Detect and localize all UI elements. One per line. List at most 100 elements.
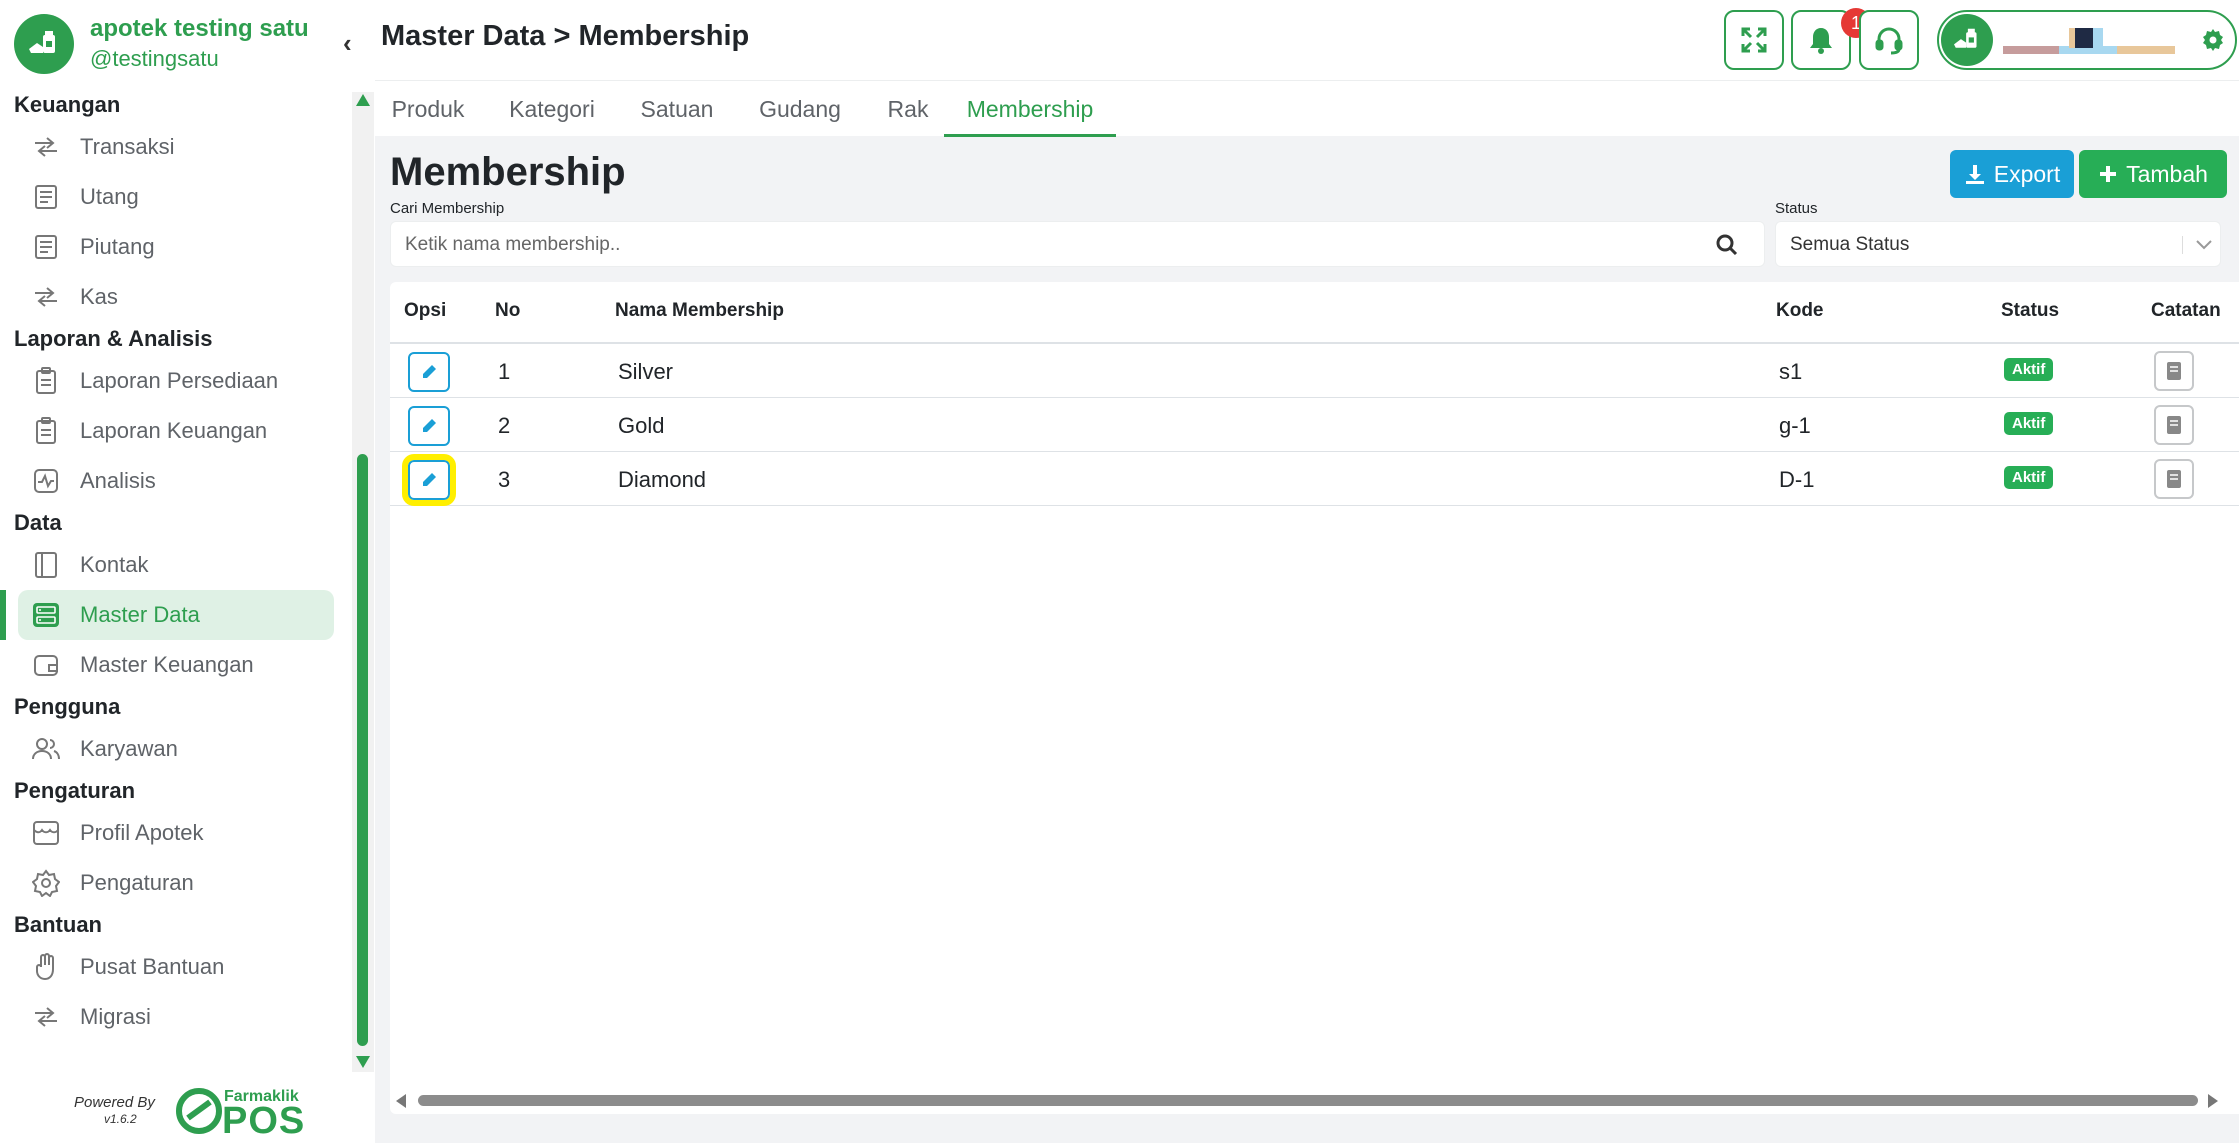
scroll-left-arrow-icon[interactable] — [396, 1094, 406, 1108]
sidebar-item-pengaturan[interactable]: Pengaturan — [18, 858, 334, 908]
sidebar-item-master-keuangan[interactable]: Master Keuangan — [18, 640, 334, 690]
search-input[interactable] — [405, 230, 1705, 260]
tab-rak[interactable]: Rak — [883, 81, 933, 137]
column-header-catatan: Catatan — [2151, 300, 2221, 321]
clipboard-icon — [30, 415, 62, 447]
chevron-down-icon — [2196, 240, 2212, 250]
row-no: 3 — [498, 467, 511, 492]
user-name-image — [2003, 28, 2175, 54]
sidebar-item-karyawan[interactable]: Karyawan — [18, 724, 334, 774]
brand-pos: POS — [222, 1100, 306, 1142]
support-button[interactable] — [1859, 10, 1919, 70]
membership-table: Opsi No Nama Membership Kode Status Cata… — [390, 282, 2239, 1114]
sidebar-item-piutang[interactable]: Piutang — [18, 222, 334, 272]
row-name: Diamond — [618, 467, 707, 492]
sidebar-item-label: Migrasi — [80, 1004, 151, 1029]
expand-icon — [1741, 27, 1767, 53]
nav-section-laporan: Laporan & Analisis — [14, 326, 213, 351]
scroll-down-arrow-icon[interactable] — [356, 1056, 370, 1068]
horizontal-scroll-thumb[interactable] — [418, 1095, 2198, 1106]
column-header-kode: Kode — [1776, 300, 1824, 321]
store-icon — [30, 817, 62, 849]
sidebar-item-migrasi[interactable]: Migrasi — [18, 992, 334, 1042]
row-code: D-1 — [1779, 467, 1815, 492]
search-icon[interactable] — [1716, 234, 1738, 256]
store-handle: @testingsatu — [90, 46, 219, 71]
fullscreen-button[interactable] — [1724, 10, 1784, 70]
scroll-right-arrow-icon[interactable] — [2208, 1094, 2218, 1108]
tab-kategori[interactable]: Kategori — [505, 81, 599, 137]
version-text: v1.6.2 — [104, 1112, 137, 1126]
tab-membership[interactable]: Membership — [944, 81, 1116, 137]
tab-produk[interactable]: Produk — [389, 81, 467, 137]
sidebar-item-transaksi[interactable]: Transaksi — [18, 122, 334, 172]
note-button[interactable] — [2154, 459, 2194, 499]
sidebar-item-profil-apotek[interactable]: Profil Apotek — [18, 808, 334, 858]
activity-icon — [30, 465, 62, 497]
scroll-up-arrow-icon[interactable] — [356, 94, 370, 106]
column-header-status: Status — [2001, 300, 2060, 321]
page-title: Membership — [390, 150, 626, 194]
row-name: Silver — [618, 359, 674, 384]
row-no: 1 — [498, 359, 511, 384]
plus-icon — [2100, 166, 2117, 182]
sidebar-scroll-thumb[interactable] — [357, 454, 368, 1046]
active-indicator — [0, 590, 6, 640]
sidebar-nav: Keuangan Transaksi Utang Piutang Kas Lap… — [0, 88, 352, 1042]
status-filter-label: Status — [1775, 200, 1818, 217]
sidebar-item-kas[interactable]: Kas — [18, 272, 334, 322]
collapse-sidebar-chevron-icon[interactable]: ‹ — [343, 28, 352, 59]
select-separator — [2182, 236, 2183, 254]
master-data-tabs: Produk Kategori Satuan Gudang Rak Member… — [375, 80, 2239, 137]
clipboard-icon — [30, 365, 62, 397]
column-header-opsi: Opsi — [404, 300, 447, 321]
wallet-icon — [30, 649, 62, 681]
sidebar-item-pusat-bantuan[interactable]: Pusat Bantuan — [18, 942, 334, 992]
database-icon — [30, 599, 62, 631]
headset-icon — [1875, 27, 1903, 55]
notification-button[interactable]: 1 — [1791, 8, 1871, 70]
table-row: 2 Gold g-1 Aktif — [390, 398, 2239, 452]
contact-book-icon — [30, 549, 62, 581]
transfer-icon — [30, 1001, 62, 1033]
edit-button[interactable] — [408, 352, 450, 392]
sidebar-item-label: Piutang — [80, 234, 155, 259]
sidebar-item-analisis[interactable]: Analisis — [18, 456, 334, 506]
add-label: Tambah — [2126, 160, 2208, 187]
sidebar-item-master-data[interactable]: Master Data — [0, 590, 334, 640]
status-badge: Aktif — [2004, 466, 2054, 489]
note-button[interactable] — [2154, 405, 2194, 445]
settings-gear-icon[interactable] — [2201, 28, 2225, 52]
sidebar-item-label: Laporan Persediaan — [80, 368, 279, 393]
breadcrumb: Master Data > Membership — [381, 20, 750, 52]
export-button[interactable]: Export — [1950, 150, 2074, 198]
note-book-icon — [2167, 416, 2181, 434]
sidebar-item-label: Kontak — [80, 552, 149, 577]
edit-button[interactable] — [402, 454, 456, 506]
sidebar-item-kontak[interactable]: Kontak — [18, 540, 334, 590]
sidebar-item-label: Pengaturan — [80, 870, 194, 895]
sidebar-item-laporan-keuangan[interactable]: Laporan Keuangan — [18, 406, 334, 456]
receipt-icon — [30, 181, 62, 213]
add-membership-button[interactable]: Tambah — [2079, 150, 2227, 198]
row-no: 2 — [498, 413, 511, 438]
sidebar-item-utang[interactable]: Utang — [18, 172, 334, 222]
store-name: apotek testing satu — [90, 15, 309, 42]
sidebar-item-label: Pusat Bantuan — [80, 954, 225, 979]
row-name: Gold — [618, 413, 665, 438]
note-button[interactable] — [2154, 351, 2194, 391]
store-logo-icon — [14, 14, 74, 74]
edit-button[interactable] — [408, 406, 450, 446]
tab-satuan[interactable]: Satuan — [637, 81, 717, 137]
row-code: g-1 — [1779, 413, 1811, 438]
store-header[interactable]: apotek testing satu @testingsatu — [14, 14, 354, 74]
sidebar-scrollbar[interactable] — [352, 92, 374, 1072]
profile-menu[interactable] — [1937, 10, 2237, 70]
sidebar-item-label: Analisis — [80, 468, 156, 493]
status-select[interactable]: Semua Status — [1775, 221, 2221, 267]
nav-section-data: Data — [14, 510, 62, 535]
table-horizontal-scrollbar[interactable] — [390, 1090, 2239, 1110]
transfer-icon — [30, 131, 62, 163]
sidebar-item-laporan-persediaan[interactable]: Laporan Persediaan — [18, 356, 334, 406]
tab-gudang[interactable]: Gudang — [755, 81, 845, 137]
